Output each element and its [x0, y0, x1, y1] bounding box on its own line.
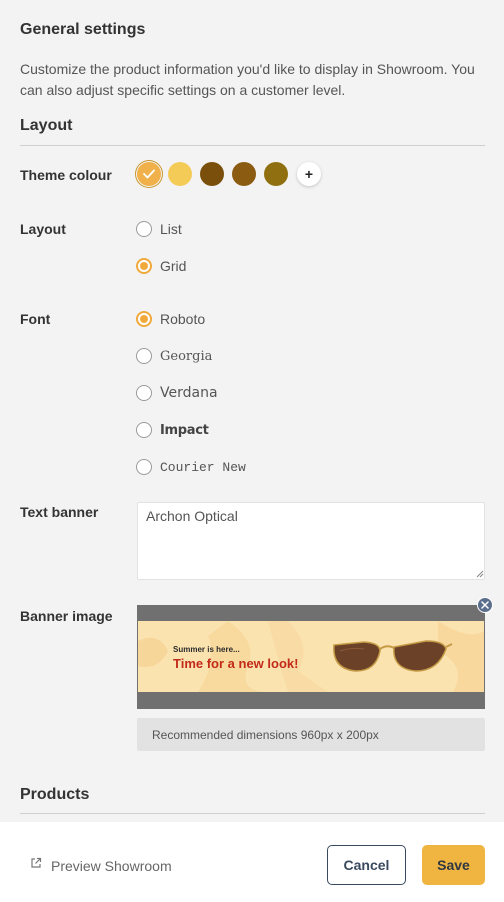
option-label: Grid	[160, 258, 187, 274]
section-divider	[20, 145, 485, 146]
font-option-roboto[interactable]: Roboto	[136, 310, 205, 328]
hint-text: Recommended dimensions 960px x 200px	[152, 727, 379, 742]
text-banner-input[interactable]: Archon Optical	[137, 502, 485, 580]
preview-showroom-link[interactable]: Preview Showroom	[30, 857, 172, 874]
cancel-button[interactable]: Cancel	[327, 845, 406, 885]
option-label: Impact	[160, 422, 209, 438]
option-label: Georgia	[160, 348, 213, 364]
radio-button[interactable]	[136, 221, 152, 237]
radio-button[interactable]	[136, 459, 152, 475]
banner-image-label: Banner image	[20, 608, 113, 624]
add-colour-button[interactable]: +	[297, 162, 321, 186]
colour-swatch-3[interactable]	[200, 162, 224, 186]
banner-image: Summer is here... Time for a new look!	[138, 621, 484, 692]
font-option-courier-new[interactable]: Courier New	[136, 458, 246, 476]
option-label: Courier New	[160, 459, 246, 475]
text-banner-label: Text banner	[20, 504, 99, 520]
radio-button[interactable]	[136, 385, 152, 401]
footer-bar: Preview Showroom Cancel Save	[0, 822, 504, 902]
option-label: List	[160, 221, 182, 237]
colour-swatch-2[interactable]	[168, 162, 192, 186]
plus-icon: +	[304, 166, 314, 182]
remove-image-button[interactable]	[477, 597, 493, 613]
radio-button[interactable]	[136, 258, 152, 274]
layout-option-list[interactable]: List	[136, 220, 182, 238]
font-option-impact[interactable]: Impact	[136, 421, 209, 439]
page-title: General settings	[20, 21, 146, 38]
radio-button[interactable]	[136, 422, 152, 438]
section-title-layout: Layout	[20, 117, 73, 134]
banner-image-preview: Summer is here... Time for a new look!	[137, 605, 485, 709]
resize-handle-icon[interactable]	[475, 569, 484, 578]
banner-image-tagline: Summer is here...	[173, 645, 240, 654]
check-icon	[137, 162, 161, 186]
close-icon	[481, 601, 489, 609]
colour-swatch-1[interactable]	[137, 162, 161, 186]
option-label: Verdana	[160, 385, 218, 401]
layout-option-grid[interactable]: Grid	[136, 257, 186, 275]
option-label: Roboto	[160, 311, 206, 327]
banner-dimensions-hint[interactable]: Recommended dimensions 960px x 200px	[137, 718, 485, 751]
colour-swatch-5[interactable]	[264, 162, 288, 186]
banner-image-headline: Time for a new look!	[173, 656, 299, 671]
font-label: Font	[20, 311, 51, 327]
preview-label: Preview Showroom	[51, 858, 172, 874]
radio-button[interactable]	[136, 311, 152, 327]
layout-label: Layout	[20, 221, 66, 237]
colour-swatch-4[interactable]	[232, 162, 256, 186]
save-button[interactable]: Save	[422, 845, 485, 885]
section-divider	[20, 813, 485, 814]
theme-colour-label: Theme colour	[20, 167, 112, 183]
font-option-georgia[interactable]: Georgia	[136, 347, 212, 365]
settings-panel: General settings Customize the product i…	[0, 0, 504, 822]
external-link-icon	[31, 857, 42, 868]
radio-button[interactable]	[136, 348, 152, 364]
font-option-verdana[interactable]: Verdana	[136, 384, 218, 402]
section-title-products: Products	[20, 786, 90, 803]
page-description: Customize the product information you'd …	[20, 61, 475, 98]
